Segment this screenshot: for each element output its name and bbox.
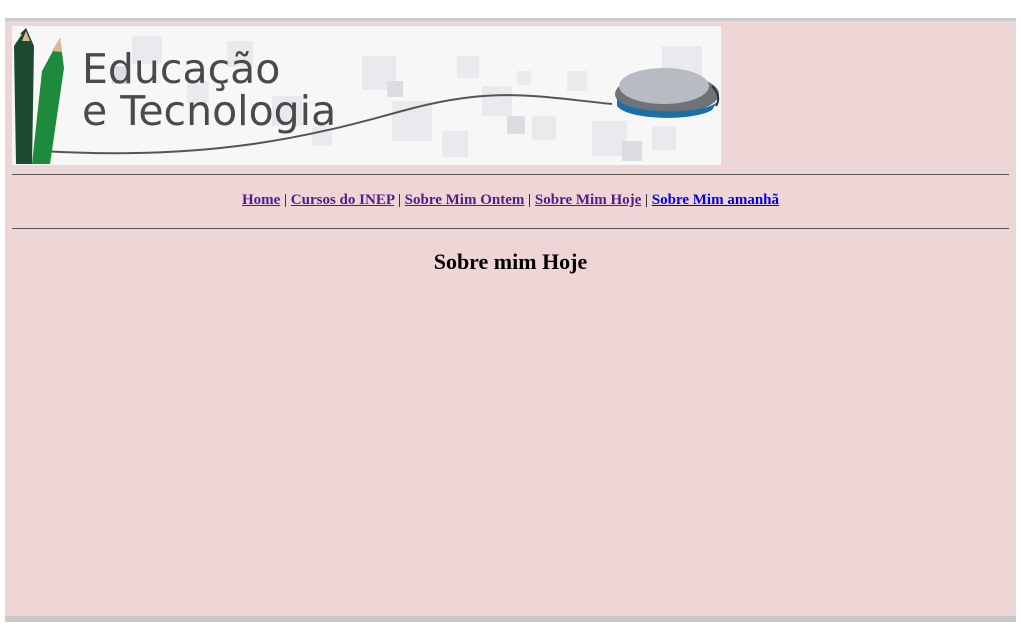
page-title: Sobre mim Hoje <box>433 249 588 274</box>
nav-link-sobre-mim-amanha[interactable]: Sobre Mim amanhã <box>652 192 779 208</box>
nav-separator: | <box>397 192 401 208</box>
banner-image: Educação e Tecnologia <box>14 28 720 164</box>
divider-bottom <box>12 228 1009 229</box>
nav-separator: | <box>528 192 532 208</box>
header-banner: Educação e Tecnologia <box>12 26 721 165</box>
nav-separator: | <box>645 192 649 208</box>
banner-title-line2: e Tecnologia <box>82 87 336 135</box>
nav-link-home[interactable]: Home <box>242 192 280 208</box>
divider-top <box>12 174 1009 175</box>
nav-link-cursos-inep[interactable]: Cursos do INEP <box>291 192 394 208</box>
nav-link-sobre-mim-ontem[interactable]: Sobre Mim Ontem <box>405 192 525 208</box>
banner-title-line1: Educação <box>82 45 280 93</box>
page-frame: Educação e Tecnologia Home | Cursos do I… <box>5 18 1016 622</box>
nav-bar: Home | Cursos do INEP | Sobre Mim Ontem … <box>12 192 1009 209</box>
nav-separator: | <box>284 192 288 208</box>
nav-link-sobre-mim-hoje[interactable]: Sobre Mim Hoje <box>535 192 641 208</box>
